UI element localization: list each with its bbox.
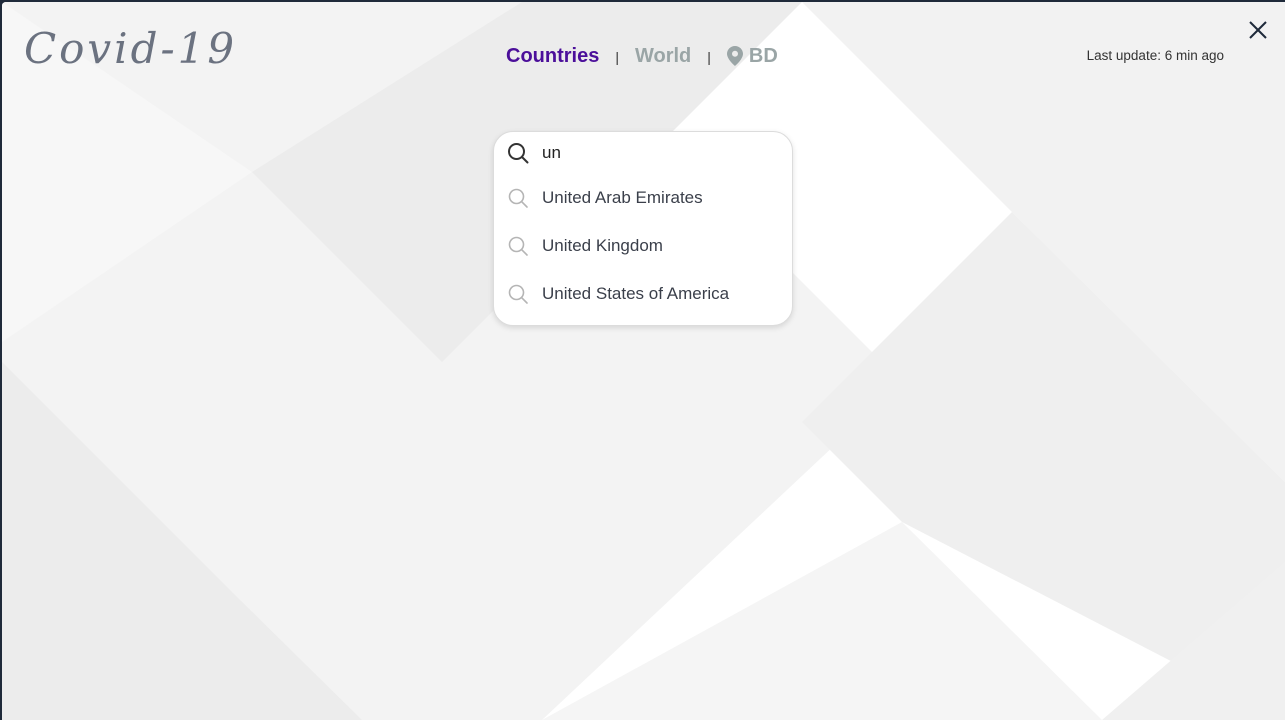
nav-separator: | (615, 49, 619, 65)
nav-countries[interactable]: Countries (506, 45, 599, 68)
country-search-input[interactable] (542, 143, 772, 163)
suggestion-item[interactable]: United States of America (494, 270, 792, 318)
country-search-box: United Arab Emirates United Kingdom (493, 131, 793, 326)
search-icon (507, 283, 529, 305)
background-pattern (2, 2, 1285, 720)
suggestion-list: United Arab Emirates United Kingdom Unit… (494, 174, 792, 318)
view-nav: Countries | World | BD (506, 42, 778, 70)
search-icon (507, 142, 529, 164)
search-icon (507, 187, 529, 209)
search-row (494, 132, 792, 174)
search-icon (507, 235, 529, 257)
close-button[interactable] (1247, 19, 1269, 41)
map-pin-icon (726, 46, 743, 66)
app-logo: Covid-19 (24, 24, 238, 73)
suggestion-item[interactable]: United Kingdom (494, 222, 792, 270)
last-update-status: Last update: 6 min ago (1086, 48, 1224, 63)
suggestion-label: United States of America (542, 284, 730, 303)
nav-world[interactable]: World (635, 45, 691, 68)
nav-local-country[interactable]: BD (726, 44, 778, 68)
suggestion-label: United Kingdom (542, 236, 663, 255)
country-search-modal: Covid-19 Countries | World | BD Last upd… (2, 2, 1285, 720)
suggestion-item[interactable]: United Arab Emirates (494, 174, 792, 222)
nav-local-label: BD (748, 44, 778, 67)
nav-separator: | (707, 49, 711, 65)
suggestion-label: United Arab Emirates (542, 188, 703, 207)
close-icon (1249, 21, 1267, 39)
